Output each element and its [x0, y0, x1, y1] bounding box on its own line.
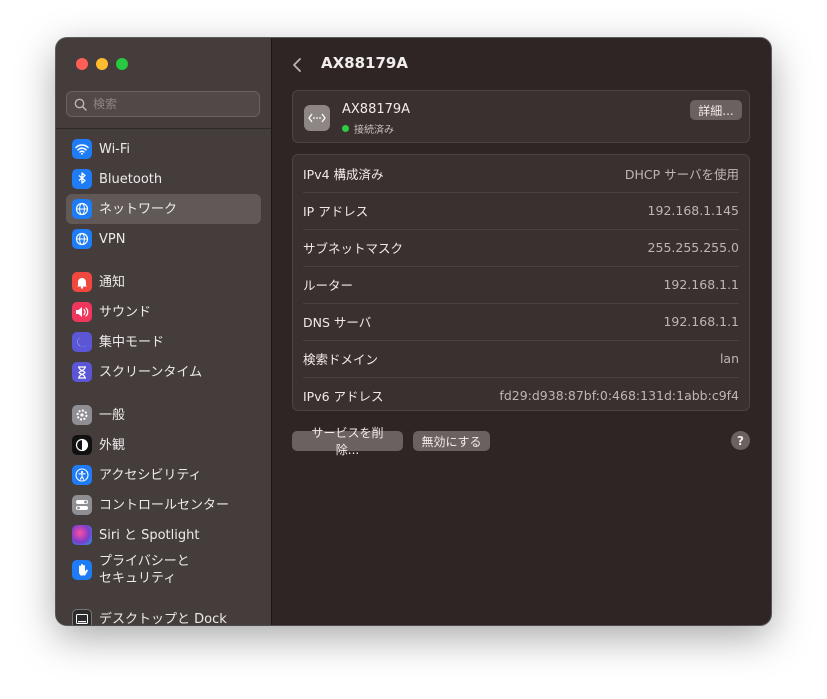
- sidebar-item-label: アクセシビリティ: [99, 467, 202, 483]
- connection-status: 接続済み: [342, 121, 394, 136]
- sidebar-item-label: ネットワーク: [99, 201, 178, 217]
- page-title: AX88179A: [321, 54, 408, 72]
- detail-key: ルーター: [303, 278, 354, 293]
- detail-value: 255.255.255.0: [647, 240, 739, 255]
- search-icon: [74, 98, 87, 111]
- sidebar-item-label: 外観: [99, 437, 126, 453]
- detail-value: DHCP サーバを使用: [624, 167, 739, 182]
- wifi-icon: [72, 139, 92, 159]
- accessibility-icon: [72, 465, 92, 485]
- detail-value: 192.168.1.1: [663, 277, 739, 292]
- remove-service-button[interactable]: サービスを削除...: [292, 426, 403, 457]
- vpn-globe-icon: [72, 229, 92, 249]
- sidebar-item-general[interactable]: 一般: [66, 400, 261, 430]
- detail-row-ipv6-address: IPv6 アドレス fd29:d938:87bf:0:468:131d:1abb…: [303, 377, 739, 414]
- detail-row-subnet-mask: サブネットマスク 255.255.255.0: [303, 229, 739, 267]
- sidebar-item-label: VPN: [99, 231, 126, 247]
- sidebar-item-label: デスクトップと Dock: [99, 611, 227, 626]
- sidebar-item-label: Siri と Spotlight: [99, 527, 200, 543]
- settings-window: Wi-Fi Bluetooth ネットワーク VPN 通知: [56, 38, 771, 625]
- details-button[interactable]: 詳細...: [690, 100, 742, 120]
- sidebar: Wi-Fi Bluetooth ネットワーク VPN 通知: [56, 38, 272, 625]
- sidebar-divider: [56, 128, 271, 129]
- sidebar-item-control-center[interactable]: コントロールセンター: [66, 490, 261, 520]
- main-pane: AX88179A AX88179A 接続済み 詳細... IPv4 構成済み D…: [272, 38, 771, 625]
- search-field[interactable]: [66, 91, 260, 117]
- close-button[interactable]: [76, 58, 88, 70]
- sidebar-item-label: サウンド: [99, 304, 152, 320]
- globe-icon: [72, 199, 92, 219]
- disable-button[interactable]: 無効にする: [413, 431, 490, 451]
- device-summary: AX88179A 接続済み 詳細...: [292, 90, 750, 143]
- detail-key: IPv6 アドレス: [303, 389, 384, 404]
- sidebar-item-label: 集中モード: [99, 334, 165, 350]
- back-button[interactable]: [292, 55, 308, 75]
- sidebar-item-desktop-dock[interactable]: デスクトップと Dock: [66, 604, 261, 625]
- speaker-icon: [72, 302, 92, 322]
- sidebar-item-label: コントロールセンター: [99, 497, 230, 513]
- detail-row-ip-address: IP アドレス 192.168.1.145: [303, 192, 739, 230]
- detail-row-router: ルーター 192.168.1.1: [303, 266, 739, 304]
- detail-value: lan: [719, 351, 739, 366]
- window-controls: [76, 58, 128, 70]
- sidebar-item-accessibility[interactable]: アクセシビリティ: [66, 460, 261, 490]
- detail-key: サブネットマスク: [303, 241, 404, 256]
- detail-key: IP アドレス: [303, 204, 369, 219]
- search-input[interactable]: [91, 96, 245, 112]
- network-details: IPv4 構成済み DHCP サーバを使用 IP アドレス 192.168.1.…: [292, 154, 750, 411]
- sidebar-item-sound[interactable]: サウンド: [66, 297, 261, 327]
- status-dot-icon: [342, 125, 349, 132]
- sidebar-item-label: 通知: [99, 274, 126, 290]
- sidebar-item-vpn[interactable]: VPN: [66, 224, 261, 254]
- device-name: AX88179A: [342, 102, 411, 117]
- sidebar-item-privacy-security[interactable]: プライバシーと セキュリティ: [66, 550, 261, 590]
- sidebar-item-screen-time[interactable]: スクリーンタイム: [66, 357, 261, 387]
- sidebar-item-label: 一般: [99, 407, 126, 423]
- sidebar-item-notifications[interactable]: 通知: [66, 267, 261, 297]
- sidebar-item-label: Wi-Fi: [99, 141, 131, 157]
- hourglass-icon: [72, 362, 92, 382]
- detail-value: 192.168.1.145: [647, 203, 739, 218]
- detail-key: IPv4 構成済み: [303, 167, 384, 182]
- detail-row-ipv4: IPv4 構成済み DHCP サーバを使用: [303, 155, 739, 193]
- sidebar-item-appearance[interactable]: 外観: [66, 430, 261, 460]
- bell-icon: [72, 272, 92, 292]
- detail-key: 検索ドメイン: [303, 352, 379, 367]
- sidebar-item-bluetooth[interactable]: Bluetooth: [66, 164, 261, 194]
- appearance-icon: [72, 435, 92, 455]
- gear-icon: [72, 405, 92, 425]
- detail-row-dns-server: DNS サーバ 192.168.1.1: [303, 303, 739, 341]
- minimize-button[interactable]: [96, 58, 108, 70]
- sidebar-item-label: Bluetooth: [99, 171, 163, 187]
- toggles-icon: [72, 495, 92, 515]
- sidebar-item-label: スクリーンタイム: [99, 364, 203, 380]
- sidebar-item-network[interactable]: ネットワーク: [66, 194, 261, 224]
- moon-icon: [72, 332, 92, 352]
- sidebar-item-siri-spotlight[interactable]: Siri と Spotlight: [66, 520, 261, 550]
- detail-value: 192.168.1.1: [663, 314, 739, 329]
- zoom-button[interactable]: [116, 58, 128, 70]
- chevron-left-icon: [293, 58, 301, 72]
- detail-value: fd29:d938:87bf:0:468:131d:1abb:c9f4: [499, 388, 739, 403]
- bluetooth-icon: [72, 169, 92, 189]
- hand-icon: [72, 560, 92, 580]
- detail-row-search-domain: 検索ドメイン lan: [303, 340, 739, 378]
- sidebar-item-wifi[interactable]: Wi-Fi: [66, 134, 261, 164]
- siri-icon: [72, 525, 92, 545]
- help-button[interactable]: ?: [731, 431, 750, 450]
- sidebar-item-focus[interactable]: 集中モード: [66, 327, 261, 357]
- status-text: 接続済み: [354, 125, 394, 136]
- ethernet-icon: [304, 105, 330, 131]
- detail-key: DNS サーバ: [303, 315, 372, 330]
- sidebar-item-label: プライバシーと セキュリティ: [99, 554, 190, 586]
- dock-icon: [72, 609, 92, 625]
